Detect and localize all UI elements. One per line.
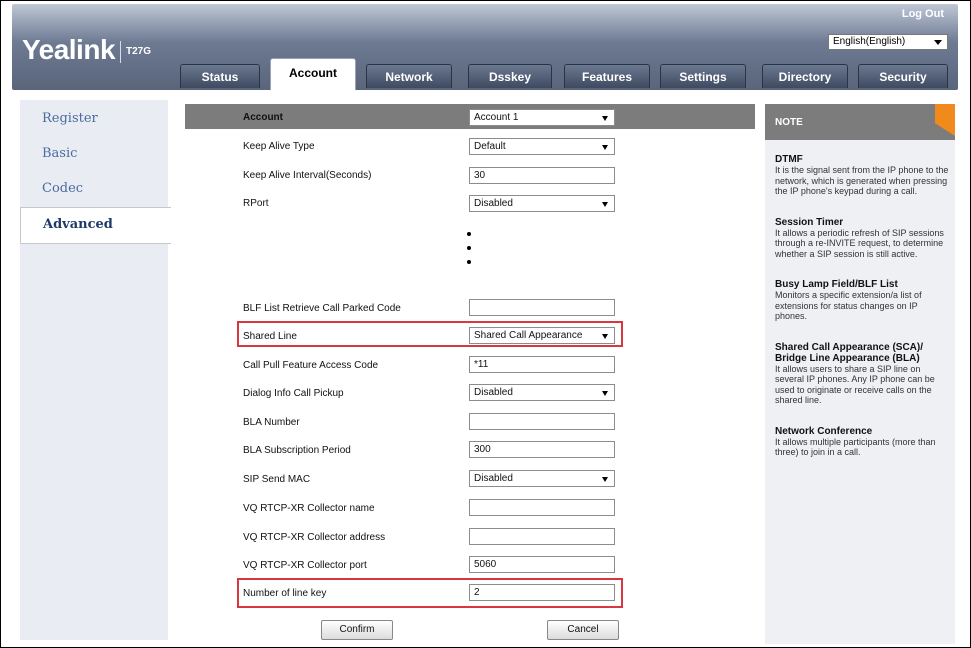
chevron-down-icon <box>602 391 608 396</box>
bla-subscription-period-input[interactable]: 300 <box>469 441 615 458</box>
field-label: Dialog Info Call Pickup <box>243 388 344 399</box>
chevron-down-icon <box>934 40 942 45</box>
tab-dsskey[interactable]: Dsskey <box>468 64 552 88</box>
note-section-title: DTMF <box>775 154 803 165</box>
tab-status[interactable]: Status <box>180 64 260 88</box>
cancel-button[interactable]: Cancel <box>547 620 619 640</box>
tab-directory[interactable]: Directory <box>762 64 848 88</box>
shared-line-select[interactable]: Shared Call Appearance <box>469 327 615 344</box>
bla-number-input[interactable] <box>469 413 615 430</box>
note-section-text: Monitors a specific extension/a list of … <box>775 290 922 321</box>
field-label: Shared Line <box>243 331 297 342</box>
vq-collector-name-input[interactable] <box>469 499 615 516</box>
vq-collector-address-input[interactable] <box>469 528 615 545</box>
sidebar-item-codec[interactable]: Codec <box>20 172 170 207</box>
chevron-down-icon <box>602 202 608 207</box>
keep-alive-interval-input[interactable]: 30 <box>469 167 615 184</box>
chevron-down-icon <box>602 334 608 339</box>
field-label: VQ RTCP-XR Collector address <box>243 532 386 543</box>
note-section-title: Busy Lamp Field/BLF List <box>775 279 898 290</box>
chevron-down-icon <box>602 477 608 482</box>
rport-select[interactable]: Disabled <box>469 195 615 212</box>
tab-security[interactable]: Security <box>858 64 948 88</box>
chevron-down-icon <box>602 116 608 121</box>
note-panel: NOTE DTMF It is the signal sent from the… <box>765 104 955 644</box>
note-header: NOTE <box>765 104 955 140</box>
blf-list-retrieve-input[interactable] <box>469 299 615 316</box>
account-label: Account <box>243 112 283 123</box>
tab-settings[interactable]: Settings <box>660 64 746 88</box>
confirm-button[interactable]: Confirm <box>321 620 393 640</box>
tab-network[interactable]: Network <box>366 64 452 88</box>
account-advanced-form: Account Account 1 Keep Alive Type Defaul… <box>185 104 755 644</box>
field-label: BLA Subscription Period <box>243 445 351 456</box>
language-value: English(English) <box>833 36 906 47</box>
call-pull-code-input[interactable]: *11 <box>469 356 615 373</box>
sidebar-item-basic[interactable]: Basic <box>20 137 170 172</box>
keep-alive-type-select[interactable]: Default <box>469 138 615 155</box>
ellipsis-vertical-icon <box>467 232 473 274</box>
logout-link[interactable]: Log Out <box>902 8 944 20</box>
note-section-text: It is the signal sent from the IP phone … <box>775 165 949 196</box>
tab-features[interactable]: Features <box>564 64 650 88</box>
field-label: BLF List Retrieve Call Parked Code <box>243 303 401 314</box>
vq-collector-port-input[interactable]: 5060 <box>469 556 615 573</box>
note-section-text: It allows a periodic refresh of SIP sess… <box>775 227 944 259</box>
language-select[interactable]: English(English) <box>828 34 948 50</box>
note-section-text: It allows users to share a SIP line on s… <box>775 363 935 406</box>
note-section-title: Session Timer <box>775 216 844 228</box>
note-section-text: It allows multiple participants (more th… <box>775 436 936 458</box>
note-body: DTMF It is the signal sent from the IP p… <box>775 154 951 478</box>
number-of-line-key-input[interactable]: 2 <box>469 584 615 601</box>
tab-account[interactable]: Account <box>270 58 356 90</box>
field-label: Call Pull Feature Access Code <box>243 360 379 371</box>
field-label: Keep Alive Interval(Seconds) <box>243 170 372 181</box>
sidebar-item-register[interactable]: Register <box>20 102 170 137</box>
field-label: SIP Send MAC <box>243 474 311 485</box>
account-select[interactable]: Account 1 <box>469 109 615 126</box>
field-label: VQ RTCP-XR Collector port <box>243 560 367 571</box>
brand-logo: Yealink <box>22 34 116 65</box>
sidebar-item-advanced[interactable]: Advanced <box>20 207 171 244</box>
logo-divider <box>120 41 121 63</box>
note-section-title: Network Conference <box>775 425 873 437</box>
sip-send-mac-select[interactable]: Disabled <box>469 470 615 487</box>
chevron-down-icon <box>602 145 608 150</box>
field-label: Number of line key <box>243 588 327 599</box>
model-label: T27G <box>126 46 152 57</box>
sidebar: Register Basic Codec Advanced <box>20 102 171 244</box>
dialog-info-pickup-select[interactable]: Disabled <box>469 384 615 401</box>
field-label: VQ RTCP-XR Collector name <box>243 503 375 514</box>
field-label: RPort <box>243 198 269 209</box>
field-label: BLA Number <box>243 417 300 428</box>
field-label: Keep Alive Type <box>243 141 315 152</box>
note-section-title: Shared Call Appearance (SCA)/ Bridge Lin… <box>775 341 924 364</box>
